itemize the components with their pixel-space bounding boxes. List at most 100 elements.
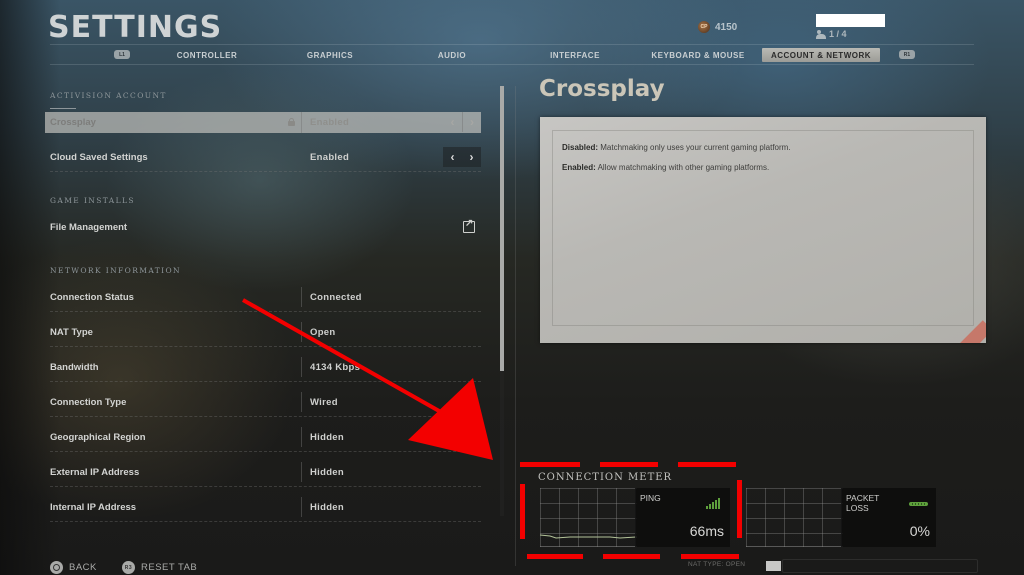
settings-scrollbar-thumb[interactable] <box>500 86 504 371</box>
back-label: BACK <box>69 562 97 573</box>
annotation-dash <box>681 554 739 559</box>
tab-keyboard-mouse[interactable]: KEYBOARD & MOUSE <box>648 48 748 62</box>
network-label: Connection Status <box>50 291 134 303</box>
detail-title: Crossplay <box>539 76 665 102</box>
packet-loss-label: PACKET LOSS <box>846 493 879 513</box>
description-key: Disabled: <box>562 143 599 152</box>
tab-prev-l1-button[interactable]: L1 <box>114 50 130 59</box>
nat-status-square <box>766 561 781 571</box>
network-label: Connection Type <box>50 396 127 408</box>
network-value: Hidden <box>310 431 344 443</box>
row-divider <box>50 416 481 417</box>
ping-stat: PING 66ms <box>635 488 730 547</box>
tab-interface[interactable]: INTERFACE <box>540 48 610 62</box>
network-value: 4134 Kbps <box>310 361 361 373</box>
reset-tab-button[interactable]: R3 RESET TAB <box>122 561 197 574</box>
row-divider <box>50 311 481 312</box>
row-divider <box>50 381 481 382</box>
tabbar-divider-bottom <box>50 64 974 65</box>
setting-label: Cloud Saved Settings <box>50 151 148 163</box>
party-count-text: 1 / 4 <box>829 29 847 39</box>
column-divider <box>301 112 302 133</box>
nat-status-bar <box>782 559 978 573</box>
r3-button-icon: R3 <box>122 561 135 574</box>
connection-meter-title: CONNECTION METER <box>538 472 673 483</box>
setting-label: File Management <box>50 221 128 233</box>
setting-row-file-management[interactable]: File Management <box>45 212 481 242</box>
network-value: Connected <box>310 291 362 303</box>
description-key: Enabled: <box>562 163 596 172</box>
setting-value: Enabled <box>310 117 350 128</box>
external-link-icon[interactable] <box>463 218 475 233</box>
nat-type-footer: NAT TYPE: OPEN <box>688 561 746 568</box>
packet-loss-graph <box>746 488 843 547</box>
packet-loss-label-line1: PACKET <box>846 493 880 503</box>
back-button[interactable]: BACK <box>50 561 97 574</box>
player-name-redacted <box>816 14 885 27</box>
setting-row-cloud-saved-settings[interactable]: Cloud Saved Settings Enabled ‹ › <box>45 142 481 172</box>
network-label: Internal IP Address <box>50 501 137 513</box>
network-row: Geographical Region Hidden <box>45 422 481 452</box>
chevron-left-icon[interactable]: ‹ <box>443 147 462 167</box>
cod-points: CP 4150 <box>698 21 737 33</box>
cloud-saved-arrows: ‹ › <box>443 147 481 167</box>
network-row: Internal IP Address Hidden <box>45 492 481 522</box>
row-divider <box>50 486 481 487</box>
chevron-left-icon[interactable]: ‹ <box>443 112 462 132</box>
network-label: Bandwidth <box>50 361 99 373</box>
cod-points-amount: 4150 <box>715 21 738 33</box>
tab-controller[interactable]: CONTROLLER <box>160 48 254 62</box>
section-game-installs: GAME INSTALLS <box>50 196 135 205</box>
ping-label: PING <box>640 493 661 503</box>
network-label: Geographical Region <box>50 431 146 443</box>
chevron-right-icon[interactable]: › <box>462 147 481 167</box>
page-title: SETTINGS <box>48 10 223 45</box>
packet-loss-indicator-icon <box>909 502 928 506</box>
network-value: Hidden <box>310 501 344 513</box>
tab-audio[interactable]: AUDIO <box>420 48 484 62</box>
signal-strength-icon <box>706 498 720 509</box>
tab-next-r1-button[interactable]: R1 <box>899 50 915 59</box>
tab-account-network[interactable]: ACCOUNT & NETWORK <box>762 48 880 62</box>
row-divider <box>50 521 481 522</box>
annotation-dash <box>527 554 583 559</box>
network-label: External IP Address <box>50 466 140 478</box>
ping-value: 66ms <box>689 523 724 539</box>
setting-label: Crossplay <box>50 117 96 128</box>
tab-graphics[interactable]: GRAPHICS <box>285 48 375 62</box>
column-divider <box>301 427 302 447</box>
column-divider <box>301 392 302 412</box>
description-text: Matchmaking only uses your current gamin… <box>598 143 791 152</box>
column-divider <box>301 497 302 517</box>
row-divider <box>50 346 481 347</box>
packet-loss-value: 0% <box>909 523 930 539</box>
network-row: Bandwidth 4134 Kbps <box>45 352 481 382</box>
reset-tab-label: RESET TAB <box>141 562 198 573</box>
chevron-right-icon[interactable]: › <box>462 112 481 132</box>
annotation-dash <box>520 484 525 539</box>
setting-row-crossplay[interactable]: Crossplay Enabled ‹ › <box>45 112 481 133</box>
tabbar-divider-top <box>50 44 974 45</box>
cod-points-icon: CP <box>698 21 710 33</box>
network-row: NAT Type Open <box>45 317 481 347</box>
annotation-dash <box>678 462 736 467</box>
ping-graph <box>540 488 637 547</box>
packet-loss-label-line2: LOSS <box>846 503 869 513</box>
annotation-dash <box>520 462 580 467</box>
row-divider <box>50 171 481 172</box>
description-card: Disabled: Matchmaking only uses your cur… <box>540 117 986 343</box>
crossplay-arrows: ‹ › <box>443 112 481 132</box>
column-divider <box>301 287 302 307</box>
lock-icon <box>288 118 295 126</box>
ping-graph-line <box>540 534 637 539</box>
panel-divider <box>515 86 516 566</box>
column-divider <box>301 462 302 482</box>
network-value: Open <box>310 326 336 338</box>
network-value: Wired <box>310 396 338 408</box>
network-row: External IP Address Hidden <box>45 457 481 487</box>
column-divider <box>301 357 302 377</box>
packet-loss-stat: PACKET LOSS 0% <box>841 488 936 547</box>
description-enabled: Enabled: Allow matchmaking with other ga… <box>562 163 769 172</box>
section-underline <box>50 108 76 109</box>
row-divider <box>50 451 481 452</box>
